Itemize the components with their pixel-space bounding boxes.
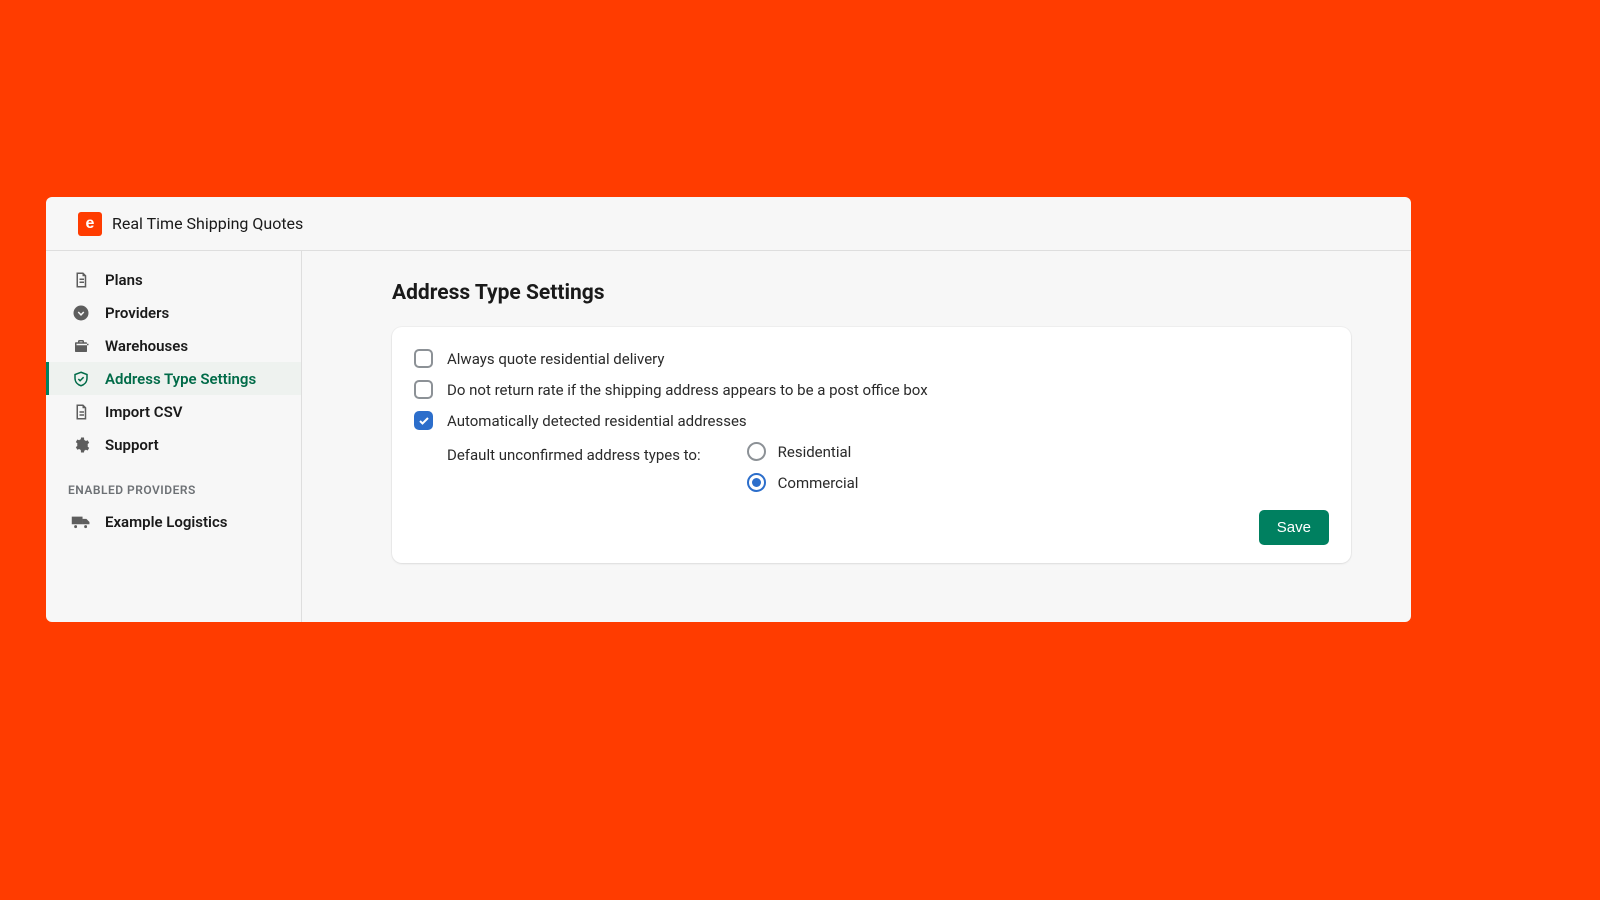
radio-label: Residential — [778, 443, 852, 461]
sidebar-item-providers[interactable]: Providers — [46, 296, 301, 329]
app-title: Real Time Shipping Quotes — [112, 214, 303, 233]
briefcase-icon — [71, 336, 91, 356]
checkbox-row-always-residential[interactable]: Always quote residential delivery — [414, 349, 1329, 368]
checkbox-label: Do not return rate if the shipping addre… — [447, 381, 928, 399]
page-title: Address Type Settings — [392, 281, 1351, 305]
titlebar: e Real Time Shipping Quotes — [46, 197, 1411, 251]
radio-commercial[interactable] — [747, 473, 766, 492]
gear-icon — [71, 435, 91, 455]
sidebar-item-label: Plans — [105, 271, 143, 289]
checkbox-row-no-po-box[interactable]: Do not return rate if the shipping addre… — [414, 380, 1329, 399]
default-address-type-label: Default unconfirmed address types to: — [447, 442, 701, 464]
download-circle-icon — [71, 303, 91, 323]
app-window: e Real Time Shipping Quotes Plans Provid… — [46, 197, 1411, 622]
sidebar: Plans Providers Warehouses Address Type … — [46, 251, 302, 622]
radio-row-commercial[interactable]: Commercial — [747, 473, 859, 492]
sidebar-item-address-type-settings[interactable]: Address Type Settings — [46, 362, 301, 395]
sidebar-item-import-csv[interactable]: Import CSV — [46, 395, 301, 428]
sidebar-item-support[interactable]: Support — [46, 428, 301, 461]
checkbox-label: Always quote residential delivery — [447, 350, 664, 368]
save-button[interactable]: Save — [1259, 510, 1329, 545]
sidebar-item-warehouses[interactable]: Warehouses — [46, 329, 301, 362]
sidebar-item-plans[interactable]: Plans — [46, 263, 301, 296]
file-list-icon — [71, 270, 91, 290]
sidebar-item-label: Address Type Settings — [105, 370, 256, 388]
main-content: Address Type Settings Always quote resid… — [302, 251, 1411, 622]
checkbox-always-residential[interactable] — [414, 349, 433, 368]
sidebar-section-enabled-providers: ENABLED PROVIDERS — [46, 461, 301, 505]
sidebar-item-label: Example Logistics — [105, 513, 227, 531]
checkbox-label: Automatically detected residential addre… — [447, 412, 747, 430]
settings-card: Always quote residential delivery Do not… — [392, 327, 1351, 563]
radio-residential[interactable] — [747, 442, 766, 461]
checkbox-auto-detect[interactable] — [414, 411, 433, 430]
default-address-type-row: Default unconfirmed address types to: Re… — [414, 442, 1329, 492]
sidebar-item-label: Import CSV — [105, 403, 183, 421]
file-icon — [71, 402, 91, 422]
body: Plans Providers Warehouses Address Type … — [46, 251, 1411, 622]
sidebar-item-label: Providers — [105, 304, 169, 322]
card-footer: Save — [414, 510, 1329, 545]
checkbox-no-po-box[interactable] — [414, 380, 433, 399]
checkbox-row-auto-detect[interactable]: Automatically detected residential addre… — [414, 411, 1329, 430]
radio-label: Commercial — [778, 474, 859, 492]
sidebar-item-label: Support — [105, 436, 159, 454]
sidebar-item-label: Warehouses — [105, 337, 188, 355]
shield-check-icon — [71, 369, 91, 389]
truck-icon — [71, 512, 91, 532]
app-logo-icon: e — [78, 212, 102, 236]
sidebar-provider-example-logistics[interactable]: Example Logistics — [46, 505, 301, 538]
radio-row-residential[interactable]: Residential — [747, 442, 859, 461]
radio-group-default-type: Residential Commercial — [747, 442, 859, 492]
